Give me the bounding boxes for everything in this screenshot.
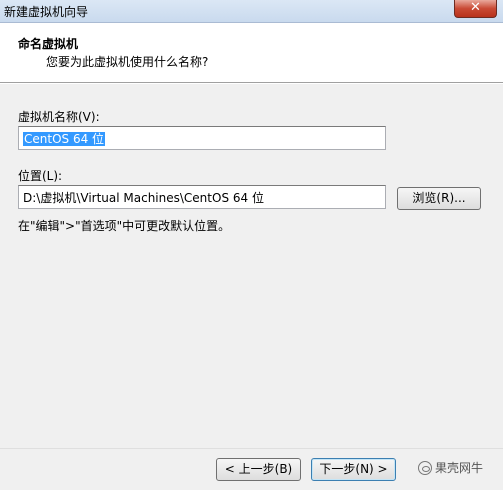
next-button[interactable]: 下一步(N) > [311, 458, 396, 481]
location-input[interactable]: D:\虚拟机\Virtual Machines\CentOS 64 位 [18, 185, 386, 209]
close-icon: ✕ [470, 0, 481, 15]
page-title: 命名虚拟机 [18, 37, 79, 51]
wizard-header: 命名虚拟机 您要为此虚拟机使用什么名称? [0, 23, 503, 83]
window-title: 新建虚拟机向导 [4, 5, 89, 19]
page-subtitle: 您要为此虚拟机使用什么名称? [46, 55, 209, 69]
vm-name-input[interactable]: CentOS 64 位 [18, 126, 386, 150]
title-bar: 新建虚拟机向导 ✕ [0, 0, 503, 23]
browse-button[interactable]: 浏览(R)... [397, 187, 481, 210]
vm-name-label: 虚拟机名称(V): [18, 110, 100, 124]
back-button[interactable]: < 上一步(B) [216, 458, 301, 481]
location-label: 位置(L): [18, 169, 63, 183]
location-hint: 在"编辑">"首选项"中可更改默认位置。 [18, 219, 231, 233]
watermark-text: 果壳网牛 [435, 461, 484, 475]
vm-name-value: CentOS 64 位 [23, 132, 106, 146]
wizard-body: 虚拟机名称(V): CentOS 64 位 位置(L): D:\虚拟机\Virt… [0, 84, 503, 448]
location-value: D:\虚拟机\Virtual Machines\CentOS 64 位 [23, 191, 264, 205]
watermark: 果壳网牛 [418, 459, 483, 476]
chat-icon [418, 460, 432, 475]
close-button[interactable]: ✕ [454, 0, 497, 18]
